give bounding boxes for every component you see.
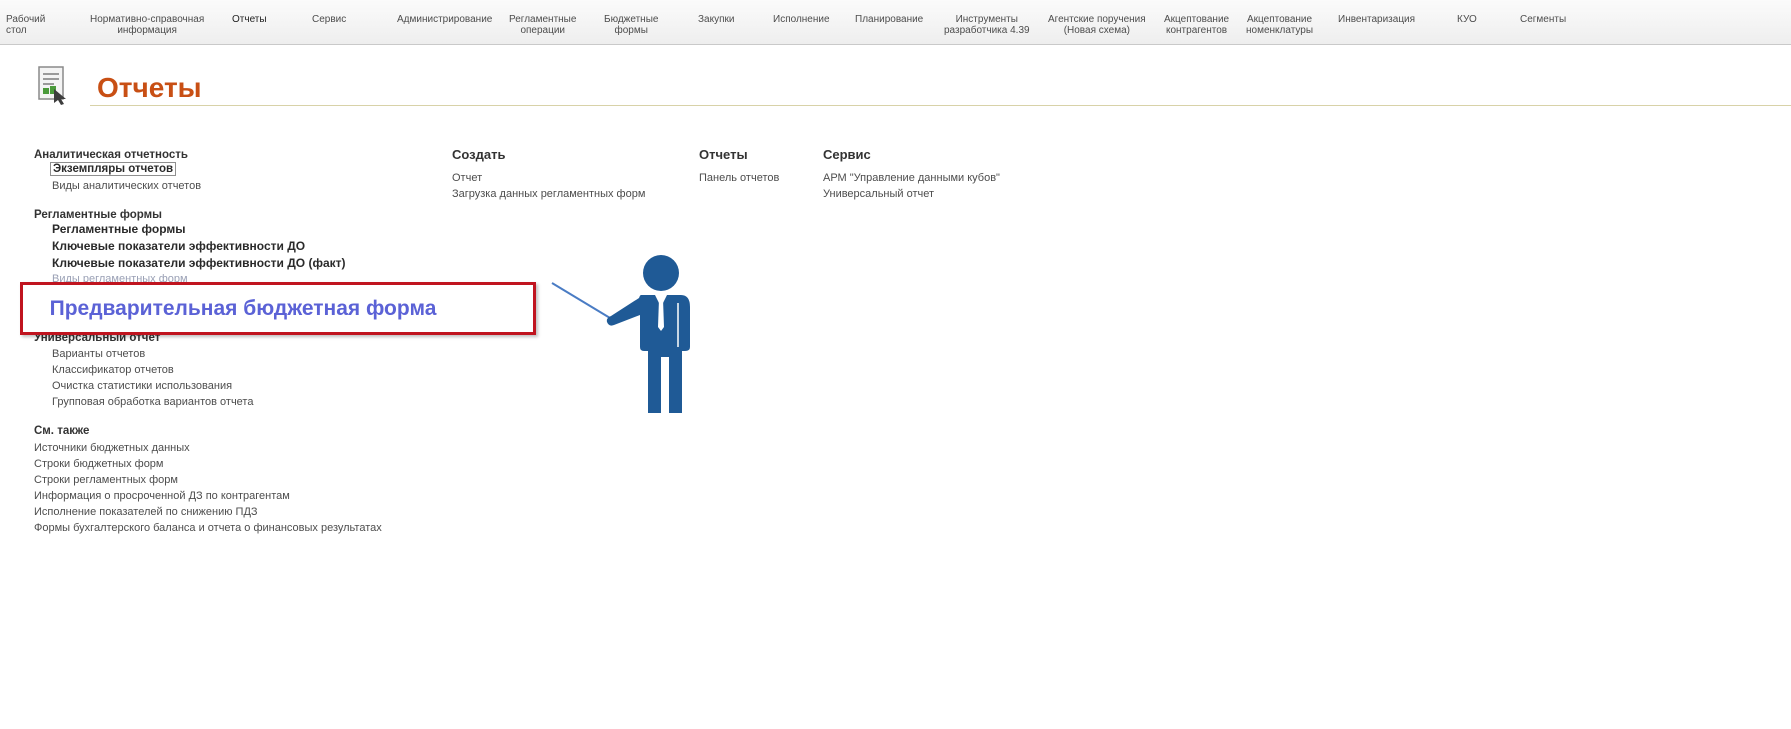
nav-item-budget-forms[interactable]: Бюджетные формы	[604, 14, 658, 36]
create-report-link[interactable]: Отчет	[452, 172, 482, 184]
nav-item-planning[interactable]: Планирование	[855, 14, 923, 25]
pointer-line	[551, 282, 616, 322]
report-classifier-link[interactable]: Классификатор отчетов	[52, 364, 174, 376]
nav-item-reference-info[interactable]: Нормативно-справочная информация	[90, 14, 204, 36]
balance-sheet-forms-link[interactable]: Формы бухгалтерского баланса и отчета о …	[34, 522, 382, 534]
routine-form-rows-link[interactable]: Строки регламентных форм	[34, 474, 178, 486]
kpi-do-fact-link[interactable]: Ключевые показатели эффективности ДО (фа…	[52, 256, 346, 270]
nav-item-inventory[interactable]: Инвентаризация	[1338, 14, 1415, 25]
pdz-reduction-link[interactable]: Исполнение показателей по снижению ПДЗ	[34, 506, 258, 518]
routine-forms-header: Регламентные формы	[34, 209, 162, 221]
presenter-figure-icon	[606, 255, 690, 413]
nav-item-reports[interactable]: Отчеты	[232, 14, 267, 25]
kpi-do-link[interactable]: Ключевые показатели эффективности ДО	[52, 239, 305, 253]
routine-forms-link[interactable]: Регламентные формы	[52, 222, 186, 236]
reports-header: Отчеты	[699, 147, 748, 162]
batch-report-variants-link[interactable]: Групповая обработка вариантов отчета	[52, 396, 253, 408]
reports-section-icon	[38, 66, 66, 105]
nav-item-service[interactable]: Сервис	[312, 14, 346, 25]
top-navigation-bar: Рабочий стол Нормативно-справочная инфор…	[0, 0, 1791, 45]
nav-item-nomenclature-acceptance[interactable]: Акцептование номенклатуры	[1246, 14, 1313, 36]
nav-item-segments[interactable]: Сегменты	[1520, 14, 1566, 25]
nav-item-routine-operations[interactable]: Регламентные операции	[509, 14, 576, 36]
service-header: Сервис	[823, 147, 871, 162]
create-header: Создать	[452, 147, 506, 162]
load-routine-form-data-link[interactable]: Загрузка данных регламентных форм	[452, 188, 645, 200]
callout-box: Предварительная бюджетная форма	[20, 282, 536, 335]
nav-item-agent-orders[interactable]: Агентские поручения (Новая схема)	[1048, 14, 1146, 36]
analytic-report-types-link[interactable]: Виды аналитических отчетов	[52, 180, 201, 192]
nav-item-execution[interactable]: Исполнение	[773, 14, 830, 25]
budget-form-rows-link[interactable]: Строки бюджетных форм	[34, 458, 164, 470]
nav-item-counterparty-acceptance[interactable]: Акцептование контрагентов	[1164, 14, 1229, 36]
nav-item-kuo[interactable]: КУО	[1457, 14, 1477, 25]
reports-panel-link[interactable]: Панель отчетов	[699, 172, 779, 184]
nav-item-procurement[interactable]: Закупки	[698, 14, 734, 25]
overdue-receivables-link[interactable]: Информация о просроченной ДЗ по контраге…	[34, 490, 290, 502]
report-instances-link[interactable]: Экземпляры отчетов	[50, 162, 177, 176]
budget-data-sources-link[interactable]: Источники бюджетных данных	[34, 442, 190, 454]
report-variants-link[interactable]: Варианты отчетов	[52, 348, 145, 360]
cube-data-workstation-link[interactable]: АРМ "Управление данными кубов"	[823, 172, 1000, 184]
nav-item-administration[interactable]: Администрирование	[397, 14, 492, 25]
title-divider	[90, 105, 1791, 106]
see-also-header: См. также	[34, 425, 90, 437]
nav-item-developer-tools[interactable]: Инструменты разработчика 4.39	[944, 14, 1030, 36]
page-title: Отчеты	[97, 72, 202, 103]
clear-usage-stats-link[interactable]: Очистка статистики использования	[52, 380, 232, 392]
universal-report-link[interactable]: Универсальный отчет	[823, 188, 934, 200]
callout-text: Предварительная бюджетная форма	[49, 296, 437, 320]
analytic-reporting-header: Аналитическая отчетность	[34, 149, 188, 161]
nav-item-desktop[interactable]: Рабочий стол	[6, 14, 45, 36]
